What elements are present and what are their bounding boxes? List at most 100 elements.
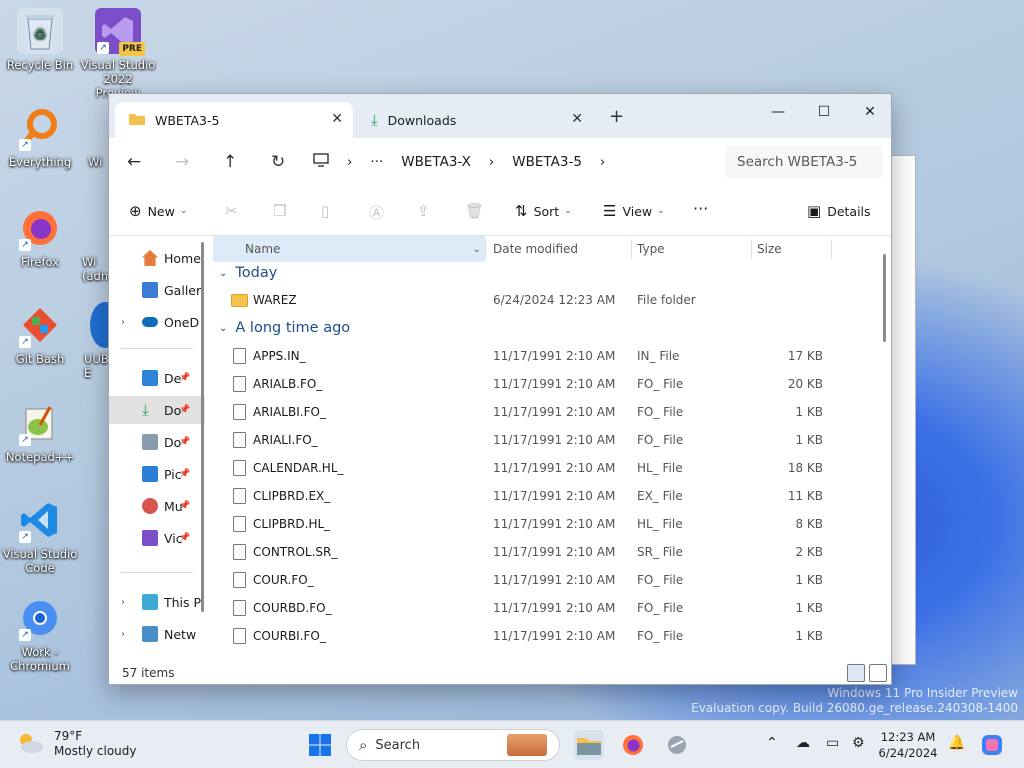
desktop-icon-visual-studio[interactable]: PRE ↗ Visual Studio 2022 Preview xyxy=(80,8,156,100)
details-view-icon[interactable] xyxy=(847,664,865,682)
taskbar-app[interactable] xyxy=(662,730,692,760)
desktop-icon-everything[interactable]: ↗ Everything xyxy=(2,105,78,169)
sort-button[interactable]: ⇅ Sort ⌄ xyxy=(515,202,572,220)
nav-item-videos[interactable]: Vic 📌 xyxy=(109,524,205,552)
tab-downloads[interactable]: ⤓ Downloads ✕ xyxy=(357,102,593,138)
settings-status-icon[interactable]: ⚙ xyxy=(852,735,865,751)
column-separator[interactable] xyxy=(485,239,486,259)
table-row[interactable]: COURBI.FO_ 11/17/1991 2:10 AM FO_ File 1 KB xyxy=(213,622,879,650)
file-type: FO_ File xyxy=(637,629,684,643)
details-button[interactable]: ▣ Details xyxy=(807,202,871,220)
copy-icon: ❐ xyxy=(273,202,287,220)
nav-item-home[interactable]: Home xyxy=(109,244,205,272)
desktop-icon-partial-3[interactable]: UUB E xyxy=(74,302,120,380)
bell-icon[interactable]: 🔔 xyxy=(948,735,965,751)
network-off-icon[interactable]: ☁ xyxy=(796,735,810,751)
file-list-scrollbar[interactable] xyxy=(883,254,886,342)
column-separator[interactable] xyxy=(831,239,832,259)
table-row[interactable]: COUR.FO_ 11/17/1991 2:10 AM FO_ File 1 KB xyxy=(213,566,879,594)
file-icon xyxy=(233,376,246,392)
table-row[interactable]: CLIPBRD.EX_ 11/17/1991 2:10 AM EX_ File 11 … xyxy=(213,482,879,510)
table-row[interactable]: APPS.IN_ 11/17/1991 2:10 AM IN_ File 17 KB xyxy=(213,342,879,370)
chevron-right-icon[interactable]: › xyxy=(121,317,125,328)
minimize-button[interactable]: — xyxy=(755,98,801,126)
chevron-right-icon[interactable]: › xyxy=(121,629,125,640)
desktop-icon-partial-2[interactable]: Wi (adm xyxy=(74,205,112,283)
group-header-long-time-ago[interactable]: ⌄ A long time ago xyxy=(219,320,350,336)
close-tab-icon[interactable]: ✕ xyxy=(331,111,343,127)
taskbar-copilot[interactable] xyxy=(978,730,1006,760)
close-window-button[interactable]: ✕ xyxy=(847,98,891,126)
close-tab-icon[interactable]: ✕ xyxy=(571,111,583,127)
new-tab-button[interactable]: + xyxy=(609,106,624,127)
nav-item-pictures[interactable]: Pic 📌 xyxy=(109,460,205,488)
chevron-up-icon[interactable]: ⌃ xyxy=(766,735,778,751)
share-button[interactable]: ⇪ xyxy=(417,202,436,220)
nav-pane-scrollbar[interactable] xyxy=(201,242,204,612)
column-header-name[interactable]: Name ⌃ ⌄ xyxy=(213,236,485,262)
nav-item-onedrive[interactable]: › OneD xyxy=(109,308,205,336)
nav-item-gallery[interactable]: Galler xyxy=(109,276,205,304)
column-header-size[interactable]: Size xyxy=(757,236,782,262)
taskbar-search[interactable]: ⌕ Search xyxy=(346,729,560,761)
back-arrow-icon[interactable]: ← xyxy=(127,152,141,172)
desktop-icon-partial-1[interactable]: Wi xyxy=(74,105,110,169)
desktop-icon-recycle-bin[interactable]: ♻ Recycle Bin xyxy=(2,8,78,72)
maximize-button[interactable]: ☐ xyxy=(801,98,847,126)
more-options-button[interactable]: ··· xyxy=(693,199,708,218)
address-bar[interactable]: › ··· WBETA3-X › WBETA3-5 › xyxy=(313,146,717,178)
cut-button[interactable]: ✂ xyxy=(225,202,244,220)
table-row[interactable]: CONTROL.SR_ 11/17/1991 2:10 AM SR_ File 2 K… xyxy=(213,538,879,566)
table-row[interactable]: COURBD.FO_ 11/17/1991 2:10 AM FO_ File 1 KB xyxy=(213,594,879,622)
rename-button[interactable]: Ⓐ xyxy=(369,202,390,223)
delete-button[interactable]: 🗑 xyxy=(465,202,490,220)
start-button[interactable] xyxy=(305,730,335,760)
search-input[interactable]: Search WBETA3-5 xyxy=(725,146,883,178)
column-header-type[interactable]: Type xyxy=(637,236,665,262)
desktop-icon-vscode[interactable]: ↗ Visual Studio Code xyxy=(2,497,78,575)
nav-item-documents[interactable]: Do 📌 xyxy=(109,428,205,456)
weather-widget[interactable]: 79°F Mostly cloudy xyxy=(16,729,137,759)
nav-item-desktop[interactable]: De 📌 xyxy=(109,364,205,392)
pin-icon: 📌 xyxy=(179,405,191,415)
view-button[interactable]: ☰ View ⌄ xyxy=(603,202,665,220)
nav-item-network[interactable]: › Netw xyxy=(109,620,205,648)
desktop-icon-git-bash[interactable]: ↗ Git Bash xyxy=(2,302,78,366)
nav-item-this-pc[interactable]: › This P xyxy=(109,588,205,616)
refresh-icon[interactable]: ↻ xyxy=(271,152,285,172)
address-overflow[interactable]: ··· xyxy=(370,154,383,170)
table-row[interactable]: ARIALB.FO_ 11/17/1991 2:10 AM FO_ File 20 K… xyxy=(213,370,879,398)
column-separator[interactable] xyxy=(631,239,632,259)
desktop-icon-notepad-plus-plus[interactable]: ↗ Notepad++ xyxy=(2,400,78,464)
new-button[interactable]: ⊕ New ⌄ xyxy=(129,202,187,220)
nav-item-music[interactable]: Mu 📌 xyxy=(109,492,205,520)
group-header-today[interactable]: ⌄ Today xyxy=(219,265,277,281)
copy-button[interactable]: ❐ xyxy=(273,202,292,220)
taskbar-file-explorer[interactable] xyxy=(574,730,604,760)
table-row[interactable]: ARIALBI.FO_ 11/17/1991 2:10 AM FO_ File 1 K… xyxy=(213,398,879,426)
nav-item-downloads[interactable]: ⤓ Do 📌 xyxy=(109,396,205,424)
up-arrow-icon[interactable]: ↑ xyxy=(223,152,237,172)
table-row[interactable]: CLIPBRD.HL_ 11/17/1991 2:10 AM HL_ File 8 K… xyxy=(213,510,879,538)
tab-wbeta3-5[interactable]: WBETA3-5 ✕ xyxy=(115,102,353,138)
paste-button[interactable]: ▯ xyxy=(321,202,335,220)
column-header-date[interactable]: Date modified xyxy=(493,236,578,262)
breadcrumb-segment[interactable]: WBETA3-X xyxy=(401,154,471,170)
chevron-right-icon[interactable]: › xyxy=(121,597,125,608)
chevron-down-icon[interactable]: ⌄ xyxy=(473,244,481,255)
table-row[interactable]: CALENDAR.HL_ 11/17/1991 2:10 AM HL_ File 18… xyxy=(213,454,879,482)
file-explorer-window[interactable]: WBETA3-5 ✕ ⤓ Downloads ✕ + — ☐ ✕ ← → ↑ ↻… xyxy=(108,93,892,685)
clock[interactable]: 12:23 AM 6/24/2024 xyxy=(876,729,940,761)
taskbar-firefox[interactable] xyxy=(618,730,648,760)
forward-arrow-icon[interactable]: → xyxy=(175,152,189,172)
column-separator[interactable] xyxy=(751,239,752,259)
table-row[interactable]: ARIALI.FO_ 11/17/1991 2:10 AM FO_ File 1 KB xyxy=(213,426,879,454)
title-bar[interactable]: WBETA3-5 ✕ ⤓ Downloads ✕ + — ☐ ✕ xyxy=(109,94,891,138)
desktop-icon-firefox[interactable]: ↗ Firefox xyxy=(2,205,78,269)
tiles-view-icon[interactable] xyxy=(869,664,887,682)
desktop-icon-work-chromium[interactable]: ↗ Work - Chromium xyxy=(2,595,78,673)
file-date: 11/17/1991 2:10 AM xyxy=(493,517,616,531)
table-row[interactable]: WAREZ 6/24/2024 12:23 AM File folder xyxy=(213,286,879,314)
display-icon[interactable]: ▭ xyxy=(826,735,839,751)
breadcrumb-segment[interactable]: WBETA3-5 xyxy=(512,154,582,170)
